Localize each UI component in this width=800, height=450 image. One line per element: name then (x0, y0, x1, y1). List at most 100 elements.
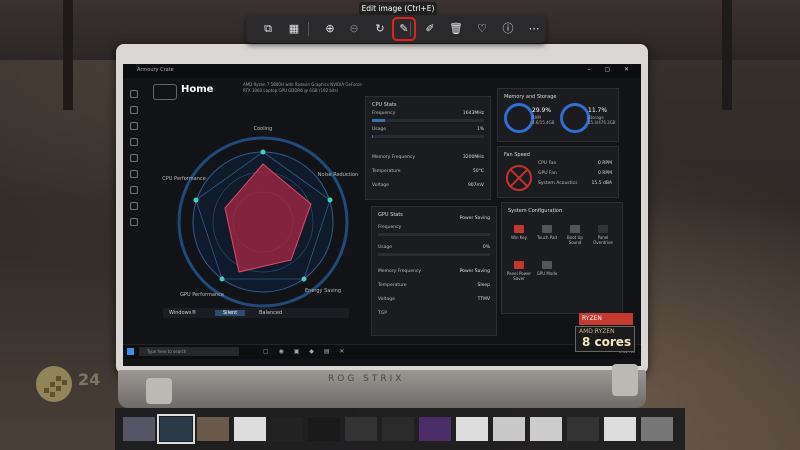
zoom-out-button[interactable]: ⊖ (344, 19, 364, 39)
cpu-stats-panel: CPU Stats Frequency 1643MHz Usage 1% Memor… (365, 96, 491, 200)
edit-image-button[interactable]: ✎ (392, 17, 416, 41)
filmstrip-thumbnail[interactable] (345, 417, 377, 441)
filmstrip-thumbnail[interactable] (234, 417, 266, 441)
filmstrip-thumbnail[interactable] (308, 417, 340, 441)
cfg-touch-pad[interactable]: Touch Pad (534, 225, 560, 240)
photo-viewer-toolbar: ⧉ ▦ ⊕ ⊖ ↻ ✎ ✐ 🗑 ♡ ⓘ ⋯ (246, 15, 546, 43)
scenario-icon (130, 170, 138, 178)
cpu-temp-row: Temperature 50°C (372, 169, 484, 174)
ram-detail: 4.6/15.4GB (532, 120, 555, 125)
memory-title: Memory and Storage (504, 94, 557, 100)
gpu-mode: Power Saving (459, 216, 490, 221)
filmstrip-thumbnail[interactable] (271, 417, 303, 441)
cfg-panel-power-saver[interactable]: Panel Power Saver (506, 261, 532, 281)
windows-start-icon[interactable] (127, 348, 134, 355)
mosaic-icon: ▦ (288, 22, 300, 35)
gpu-memfreq-row: Memory Frequency Power Saving (378, 269, 490, 274)
laptop-hinge (146, 378, 172, 404)
taskbar-search[interactable]: Type here to search (139, 347, 239, 356)
shelf-post (63, 0, 73, 110)
draw-button[interactable]: ✐ (420, 19, 440, 39)
storage-detail: 55.4/476.3GB (588, 120, 616, 125)
fan-speed-panel: Fan Speed CPU Fan 0 RPM GPU Fan 0 RPM Syst… (497, 146, 619, 198)
aura-icon (130, 138, 138, 146)
shelf-post (722, 0, 732, 110)
rotate-button[interactable]: ↻ (370, 19, 390, 39)
cpu-fan-row: CPU Fan 0 RPM (538, 161, 612, 166)
cpu-frequency-row: Frequency 1643MHz (372, 111, 484, 116)
mode-windows[interactable]: Windows® (169, 310, 196, 316)
filmstrip-thumbnail[interactable] (382, 417, 414, 441)
menu-icon (130, 90, 138, 98)
info-button[interactable]: ⓘ (498, 19, 518, 39)
toolbar-separator (410, 22, 411, 36)
filmstrip-thumbnail[interactable] (157, 414, 195, 444)
more-button[interactable]: ⋯ (524, 19, 544, 39)
cpu-memfreq-row: Memory Frequency 3200MHz (372, 155, 484, 160)
cfg-panel-overdrive[interactable]: Panel Overdrive (590, 225, 616, 245)
gpu-temp-row: Temperature Sleep (378, 283, 490, 288)
laptop-base: ROG STRIX (118, 370, 646, 408)
zoom-in-button[interactable]: ⊕ (320, 19, 340, 39)
filmstrip-thumbnail[interactable] (197, 417, 229, 441)
filmstrip (115, 408, 685, 450)
mosaic-button[interactable]: ▦ (284, 19, 304, 39)
zoom-in-icon: ⊕ (325, 22, 335, 35)
favorite-button[interactable]: ♡ (472, 19, 492, 39)
filmstrip-thumbnail[interactable] (123, 417, 155, 441)
cfg-win-key[interactable]: Win Key (506, 225, 532, 240)
cfg-gpu-mode[interactable]: GPU Mode (534, 261, 560, 276)
filmstrip-thumbnail[interactable] (493, 417, 525, 441)
delete-button[interactable]: 🗑 (446, 19, 466, 39)
toolbar-separator (308, 22, 309, 36)
gpu-title: GPU Stats (378, 212, 403, 218)
edit-image-tooltip: Edit image (Ctrl+E) (359, 2, 437, 16)
app-sidebar (127, 84, 141, 334)
filmstrip-thumbnail[interactable] (530, 417, 562, 441)
windows-taskbar: Type here to search ▢ ◉ ▣ ◆ ▤ ✕ 9:41 AM (123, 344, 641, 359)
filmstrip-thumbnail[interactable] (456, 417, 488, 441)
cfg-boot-sound[interactable]: Boot Up Sound (562, 225, 588, 245)
app-titlebar: Armoury Crate – ▢ ✕ (123, 64, 641, 78)
storage-percent: 11.7% (588, 107, 608, 114)
rotate-icon: ↻ (375, 22, 385, 35)
watermark-text: 24 (78, 370, 101, 389)
visual-search-icon: ⧉ (264, 22, 272, 35)
mode-balanced[interactable]: Balanced (259, 310, 282, 316)
gpu-frequency-bar (378, 233, 490, 236)
cpu-usage-bar (372, 135, 484, 138)
system-config-panel: System Configuration Win Key Touch Pad B… (501, 202, 623, 314)
mode-selector: Windows® Silent Balanced (163, 308, 349, 318)
gpu-fan-row: GPU Fan 0 RPM (538, 171, 612, 176)
cpu-volt-row: Voltage 907mV (372, 183, 484, 188)
gpu-stats-panel: GPU Stats Power Saving Frequency Usage 0%… (371, 206, 497, 336)
filmstrip-thumbnail[interactable] (641, 417, 673, 441)
info-icon: ⓘ (502, 22, 514, 35)
mode-silent[interactable]: Silent (215, 310, 246, 316)
edit-image-icon: ✎ (399, 22, 409, 35)
taskbar-app-icons[interactable]: ▢ ◉ ▣ ◆ ▤ ✕ (263, 348, 348, 355)
fan-title: Fan Speed (504, 152, 530, 158)
filmstrip-thumbnail[interactable] (567, 417, 599, 441)
gamevisual-icon (130, 154, 138, 162)
radar-label-cooling: Cooling (253, 126, 273, 132)
gpu-volt-row: Voltage TTMV (378, 297, 490, 302)
radar-label-noise: Noise Reduction (317, 172, 359, 178)
ram-ring (504, 103, 534, 133)
visual-search-button[interactable]: ⧉ (258, 19, 278, 39)
filmstrip-thumbnail[interactable] (604, 417, 636, 441)
gpu-tgp-row: TGP (378, 311, 387, 316)
cpu-usage-row: Usage 1% (372, 127, 484, 132)
laptop-hinge (612, 364, 638, 396)
performance-radar: Cooling Noise Reduction Energy Saving GP… (162, 122, 363, 322)
radar-label-cpu: CPU Performance (162, 176, 206, 182)
gpu-frequency-row: Frequency (378, 225, 402, 230)
app-title: Armoury Crate (137, 67, 174, 73)
deals-icon (130, 186, 138, 194)
filmstrip-thumbnail[interactable] (419, 417, 451, 441)
laptop-screen: Armoury Crate – ▢ ✕ Home AMD Ryzen 7 580… (123, 64, 641, 366)
rog-logo-icon (153, 84, 177, 100)
storage-ring (560, 103, 590, 133)
system-spec: AMD Ryzen 7 5800H with Radeon Graphics N… (243, 82, 362, 93)
settings-icon (130, 218, 138, 226)
